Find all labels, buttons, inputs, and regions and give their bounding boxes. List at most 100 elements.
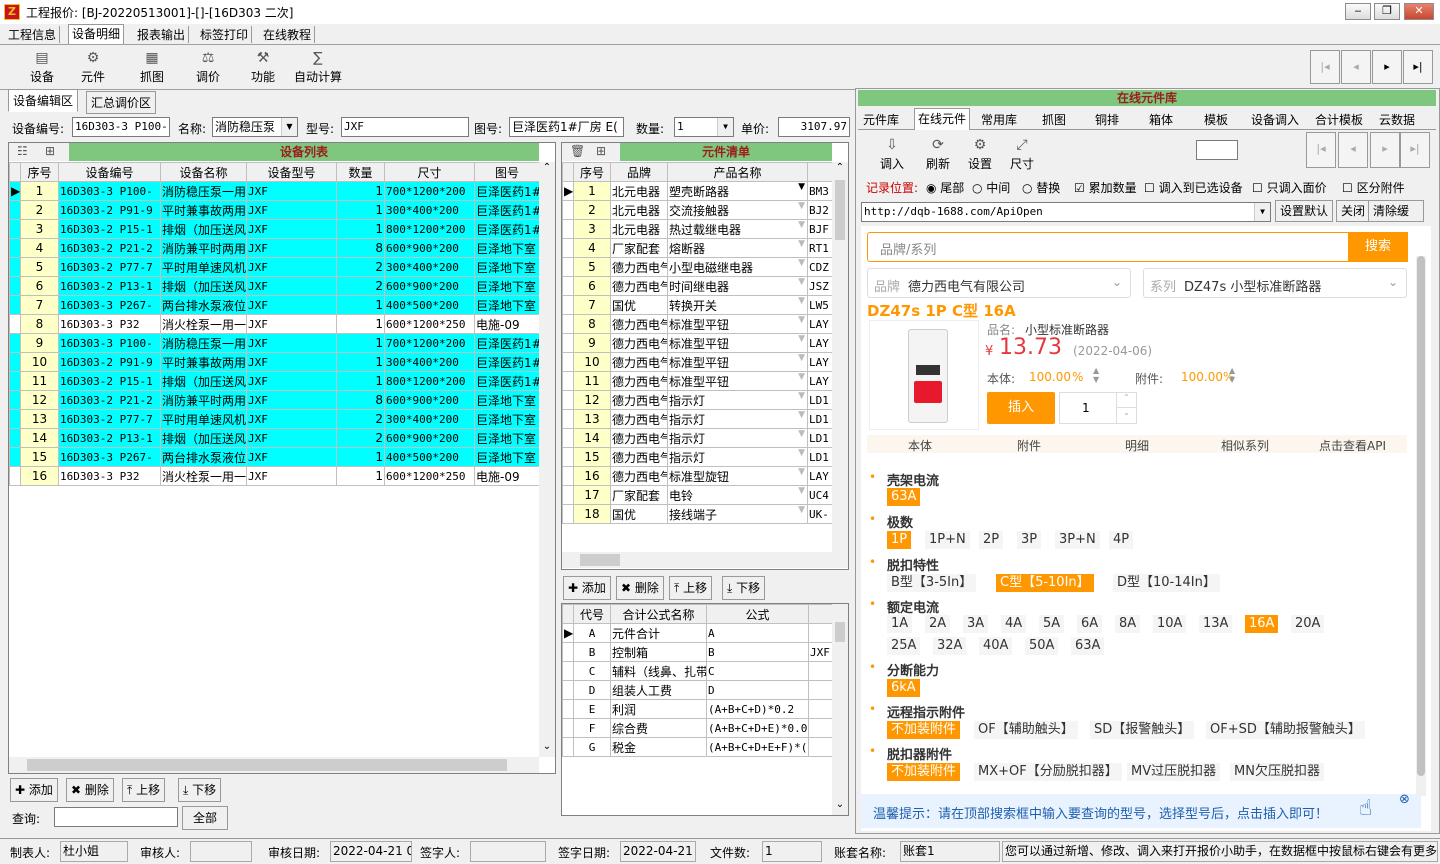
row-indicator[interactable] — [562, 466, 574, 486]
table-row[interactable]: 14 16D303-2 P13-1 排烟（加压送风 JXF 2 600*900*200 巨泽… — [9, 428, 540, 448]
device-button[interactable]: ▤ 设备 — [24, 49, 60, 89]
table-cell[interactable]: D — [573, 680, 611, 700]
table-cell[interactable]: (A+B+C+D+E+F)*( — [706, 737, 809, 757]
table-cell[interactable]: 15 — [20, 447, 59, 467]
tab-equipment-edit[interactable]: 设备编辑区 — [8, 89, 79, 112]
body-pct[interactable]: 100.00 — [1029, 370, 1071, 384]
table-cell[interactable]: 1 — [336, 314, 385, 334]
spec-option[interactable]: 63A — [887, 488, 921, 506]
signer-field[interactable] — [470, 841, 546, 862]
table-cell[interactable]: 7 — [20, 295, 59, 315]
row-indicator[interactable] — [9, 276, 21, 296]
table-cell[interactable]: LAY — [807, 314, 833, 334]
table-cell[interactable]: 16D303-2 P21-2 — [58, 238, 161, 258]
table-cell[interactable]: F — [573, 718, 611, 738]
row-indicator[interactable] — [9, 238, 21, 258]
tab-attachment[interactable]: 附件 — [1017, 437, 1041, 454]
chevron-down-icon[interactable]: ▼ — [798, 183, 805, 193]
row-indicator[interactable] — [9, 200, 21, 220]
close-tip-icon[interactable]: ⊗ — [1399, 792, 1410, 807]
spec-option[interactable]: 3P — [1017, 531, 1042, 549]
table-row[interactable]: 4 16D303-2 P21-2 消防兼平时两用 JXF 8 600*900*200 巨泽地… — [9, 238, 540, 258]
table-cell[interactable]: 巨泽医药1# — [474, 371, 540, 391]
reviewer-field[interactable] — [190, 841, 252, 862]
stepper-icon[interactable]: ▲ ▼ — [1093, 366, 1099, 384]
table-cell[interactable]: 11 — [573, 371, 611, 391]
row-indicator[interactable] — [562, 276, 574, 296]
web-search-input[interactable]: 品牌/系列 — [880, 239, 936, 258]
online-search-input[interactable] — [1196, 140, 1238, 160]
refresh-button[interactable]: ⟳ 刷新 — [924, 136, 952, 176]
row-indicator[interactable] — [562, 447, 574, 467]
table-cell[interactable]: 18 — [573, 504, 611, 524]
close-button[interactable]: ✕ — [1404, 3, 1434, 20]
spec-option[interactable]: MX+OF【分励脱扣器】 — [974, 763, 1122, 781]
table-row[interactable]: ▶ A 元件合计 A — [562, 623, 833, 643]
spec-option[interactable]: 10A — [1153, 615, 1187, 633]
table-cell[interactable]: RT1 — [807, 238, 833, 258]
col-header[interactable]: 公式 — [706, 604, 809, 624]
table-cell[interactable]: 巨泽医药1# — [474, 181, 540, 201]
row-indicator[interactable] — [9, 447, 21, 467]
row-indicator[interactable] — [562, 699, 574, 719]
col-header[interactable]: 序号 — [573, 162, 611, 182]
tab-view-api[interactable]: 点击查看API — [1319, 437, 1386, 454]
row-indicator[interactable] — [562, 680, 574, 700]
table-cell[interactable]: 时间继电器 ▼ — [667, 276, 808, 296]
table-cell[interactable]: 消火栓泵一用一 — [160, 466, 247, 486]
row-indicator[interactable] — [9, 352, 21, 372]
table-cell[interactable]: JXF — [246, 314, 337, 334]
tab-capture[interactable]: 抓图 — [1042, 111, 1066, 128]
table-cell[interactable]: 8 — [336, 390, 385, 410]
spec-option[interactable]: 13A — [1199, 615, 1233, 633]
table-cell[interactable]: 1 — [336, 200, 385, 220]
table-cell[interactable]: 16D303-2 P77-7 — [58, 409, 161, 429]
table-cell[interactable]: 300*400*200 — [384, 409, 475, 429]
col-header[interactable]: 图号 — [474, 162, 540, 182]
last-record-button[interactable]: ▸| — [1403, 50, 1433, 84]
spec-option[interactable]: 3P+N — [1055, 531, 1100, 549]
table-cell[interactable]: C — [573, 661, 611, 681]
row-indicator[interactable] — [562, 200, 574, 220]
table-cell[interactable]: 600*1200*250 — [384, 314, 475, 334]
col-header[interactable]: 设备型号 — [246, 162, 337, 182]
table-row[interactable]: 3 北元电器 热过载继电器 ▼ BJF — [562, 219, 833, 239]
table-row[interactable]: 10 德力西电气 标准型平钮 ▼ LAY — [562, 352, 833, 372]
last-page-button[interactable]: ▸| — [1400, 132, 1430, 168]
row-indicator[interactable] — [9, 428, 21, 448]
table-cell[interactable]: 消防兼平时两用 — [160, 238, 247, 258]
next-page-button[interactable]: ▸ — [1370, 132, 1400, 168]
table-cell[interactable]: 300*400*200 — [384, 257, 475, 277]
maker-field[interactable]: 杜小姐 — [60, 841, 128, 862]
table-cell[interactable]: 16 — [20, 466, 59, 486]
table-cell[interactable]: 1 — [336, 333, 385, 353]
table-cell[interactable]: 巨泽地下室 — [474, 295, 540, 315]
table-cell[interactable]: 电施-09 — [474, 466, 540, 486]
vertical-scrollbar[interactable]: ⌃ ⌄ — [539, 162, 555, 757]
table-cell[interactable]: 16D303-2 P13-1 — [58, 276, 161, 296]
table-row[interactable]: 5 德力西电气 小型电磁继电器 ▼ CDZ — [562, 257, 833, 277]
table-cell[interactable]: 德力西电气 — [610, 352, 668, 372]
spec-option[interactable]: 2P — [979, 531, 1004, 549]
table-cell[interactable]: 标准型平钮 ▼ — [667, 314, 808, 334]
col-header[interactable]: 数量 — [336, 162, 385, 182]
table-row[interactable]: 9 16D303-3 P100- 消防稳压泵一用 JXF 1 700*1200*200 巨泽… — [9, 333, 540, 353]
table-cell[interactable]: 5 — [20, 257, 59, 277]
tab-component-lib[interactable]: 元件库 — [863, 111, 899, 128]
table-cell[interactable]: 2 — [573, 200, 611, 220]
prev-page-button[interactable]: ◂ — [1338, 132, 1368, 168]
table-cell[interactable]: 平时兼事故两用 — [160, 200, 247, 220]
table-cell[interactable]: LD1 — [807, 390, 833, 410]
chevron-down-icon[interactable]: ▼ — [798, 240, 805, 250]
brand-select[interactable]: 品牌 德力西电气有限公司 ⌄ — [867, 268, 1131, 298]
table-cell[interactable]: D — [706, 680, 809, 700]
table-cell[interactable]: UK- — [807, 504, 833, 524]
tree-icon[interactable]: ⊞ — [45, 144, 55, 158]
row-indicator[interactable] — [562, 371, 574, 391]
chevron-down-icon[interactable]: ▼ — [798, 411, 805, 421]
spec-option[interactable]: MV过压脱扣器 — [1127, 763, 1221, 781]
spec-option[interactable]: OF+SD【辅助报警触头】 — [1206, 721, 1365, 739]
spec-option[interactable]: MN欠压脱扣器 — [1230, 763, 1324, 781]
table-cell[interactable]: 1 — [336, 447, 385, 467]
table-cell[interactable]: 排烟（加压送风 — [160, 219, 247, 239]
